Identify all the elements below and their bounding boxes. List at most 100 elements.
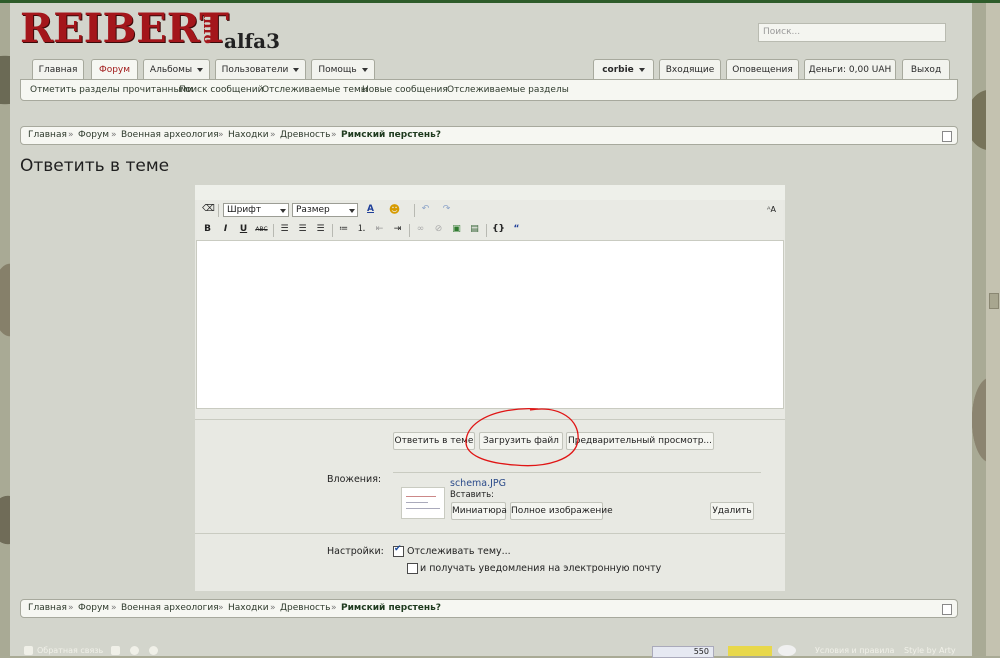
scrollbar-thumb[interactable] — [989, 293, 999, 309]
attachments-label: Вложения: — [327, 474, 382, 485]
attachment-filename[interactable]: schema.JPG — [450, 478, 506, 489]
align-right-icon[interactable]: ☰ — [314, 223, 327, 236]
feedback-link[interactable]: Обратная связь — [37, 646, 103, 655]
message-textarea[interactable] — [196, 240, 784, 409]
eraser-icon[interactable]: ⌫ — [202, 203, 215, 216]
ukraine-badge — [728, 646, 772, 656]
subnav-mark-read[interactable]: Отметить разделы прочитанными — [30, 85, 193, 95]
strikethrough-icon[interactable]: ABC — [255, 223, 268, 236]
divider — [195, 533, 785, 534]
underline-icon[interactable]: U — [237, 223, 250, 236]
align-center-icon[interactable]: ☰ — [296, 223, 309, 236]
subnav-new-posts[interactable]: Новые сообщения — [362, 85, 448, 95]
breadcrumb-current: Римский перстень? — [341, 603, 441, 613]
redo-icon[interactable]: ↷ — [440, 203, 453, 216]
breadcrumb-item[interactable]: Находки — [228, 603, 269, 613]
tab-user-menu[interactable]: corbie — [593, 59, 654, 80]
breadcrumb-item[interactable]: Форум — [78, 130, 109, 140]
font-select[interactable]: Шрифт — [223, 203, 289, 217]
tab-label: Выход — [910, 65, 942, 75]
bullet-list-icon[interactable]: ≔ — [337, 223, 350, 236]
breadcrumb: Главная » Форум » Военная археология » Н… — [20, 126, 958, 145]
breadcrumb-bottom: Главная » Форум » Военная археология » Н… — [20, 599, 958, 618]
chevron-down-icon — [293, 67, 300, 72]
tab-label: Оповещения — [732, 65, 793, 75]
indent-icon[interactable]: ⇥ — [391, 223, 404, 236]
tab-albums[interactable]: Альбомы — [143, 59, 210, 80]
numbered-list-icon[interactable]: ⒈ — [355, 223, 368, 236]
tab-money[interactable]: Деньги: 0,00 UAH — [804, 59, 896, 80]
tab-label: Форум — [98, 65, 131, 75]
tab-home[interactable]: Главная — [32, 59, 84, 80]
up-arrow-icon[interactable] — [130, 646, 139, 655]
code-icon[interactable]: {} — [492, 223, 505, 236]
align-left-icon[interactable]: ☰ — [278, 223, 291, 236]
breadcrumb-item[interactable]: Древность — [280, 130, 330, 140]
breadcrumb-item[interactable]: Военная археология — [121, 603, 219, 613]
chevron-down-icon — [361, 67, 368, 72]
counter-widget: 550 — [652, 646, 714, 658]
home-icon[interactable] — [111, 646, 120, 655]
tab-help[interactable]: Помощь — [311, 59, 375, 80]
breadcrumb-item[interactable]: Военная археология — [121, 130, 219, 140]
counter-value: 550 — [693, 647, 709, 656]
breadcrumb-separator: » — [68, 130, 74, 140]
breadcrumb-separator: » — [111, 603, 117, 613]
breadcrumb-item[interactable]: Форум — [78, 603, 109, 613]
page-title: Ответить в теме — [20, 156, 170, 176]
email-notify-checkbox[interactable] — [407, 563, 418, 574]
tab-alerts[interactable]: Оповещения — [726, 59, 799, 80]
switch-mode-icon[interactable]: ᴬA — [765, 203, 778, 216]
insert-full-image-button[interactable]: Полное изображение — [510, 502, 613, 520]
delete-attachment-button[interactable]: Удалить — [710, 502, 754, 520]
italic-icon[interactable]: I — [219, 223, 232, 236]
subnav-watched-forums[interactable]: Отслеживаемые разделы — [447, 85, 569, 95]
page-icon — [942, 131, 952, 142]
breadcrumb-item[interactable]: Главная — [28, 130, 67, 140]
ua-badge — [778, 645, 796, 656]
link-icon[interactable]: ∞ — [414, 223, 427, 236]
breadcrumb-item[interactable]: Находки — [228, 130, 269, 140]
bold-icon[interactable]: B — [201, 223, 214, 236]
breadcrumb-separator: » — [111, 130, 117, 140]
subnav-search-posts[interactable]: Поиск сообщений — [179, 85, 263, 95]
tab-label: Помощь — [318, 65, 357, 75]
rss-icon[interactable] — [149, 646, 158, 655]
rules-link[interactable]: Условия и правила — [815, 646, 894, 655]
image-icon[interactable]: ▣ — [450, 223, 463, 236]
tab-logout[interactable]: Выход — [902, 59, 950, 80]
insert-label: Вставить: — [450, 490, 495, 500]
unlink-icon[interactable]: ⊘ — [432, 223, 445, 236]
text-color-icon[interactable]: A — [364, 203, 377, 216]
tab-forum[interactable]: Форум — [91, 59, 138, 80]
undo-icon[interactable]: ↶ — [419, 203, 432, 216]
watch-thread-checkbox[interactable] — [393, 544, 404, 557]
quote-icon[interactable]: “ — [510, 223, 523, 236]
breadcrumb-separator: » — [331, 130, 337, 140]
breadcrumb-item[interactable]: Древность — [280, 603, 330, 613]
size-select[interactable]: Размер — [292, 203, 358, 217]
smiley-icon[interactable]: ☻ — [388, 203, 401, 216]
tab-inbox[interactable]: Входящие — [659, 59, 721, 80]
font-select-label: Шрифт — [227, 205, 262, 215]
outdent-icon[interactable]: ⇤ — [373, 223, 386, 236]
media-icon[interactable]: ▤ — [468, 223, 481, 236]
tab-label: Главная — [38, 65, 78, 75]
chevron-down-icon — [638, 67, 645, 72]
breadcrumb-item[interactable]: Главная — [28, 603, 67, 613]
search-input[interactable]: Поиск... — [758, 23, 946, 42]
insert-thumbnail-button[interactable]: Миниатюра — [451, 502, 507, 520]
subnav-watched-threads[interactable]: Отслеживаемые темы — [262, 85, 368, 95]
breadcrumb-separator: » — [68, 603, 74, 613]
mail-icon — [24, 646, 33, 655]
tab-label: Деньги: 0,00 UAH — [808, 65, 892, 75]
editor-toolbar-row-2: B I U ABC ☰ ☰ ☰ ≔ ⒈ ⇤ ⇥ ∞ ⊘ ▣ ▤ {} “ — [197, 220, 783, 241]
attachment-thumbnail[interactable] — [401, 487, 445, 519]
site-logo[interactable]: REIBERT info alfa3 — [20, 5, 280, 53]
page-scrollbar[interactable] — [986, 3, 1000, 656]
annotation-circle — [465, 407, 579, 467]
breadcrumb-separator: » — [218, 603, 224, 613]
tab-users[interactable]: Пользователи — [215, 59, 306, 80]
breadcrumb-separator: » — [331, 603, 337, 613]
footer: Обратная связь 550 Условия и правила Sty… — [0, 643, 1000, 658]
